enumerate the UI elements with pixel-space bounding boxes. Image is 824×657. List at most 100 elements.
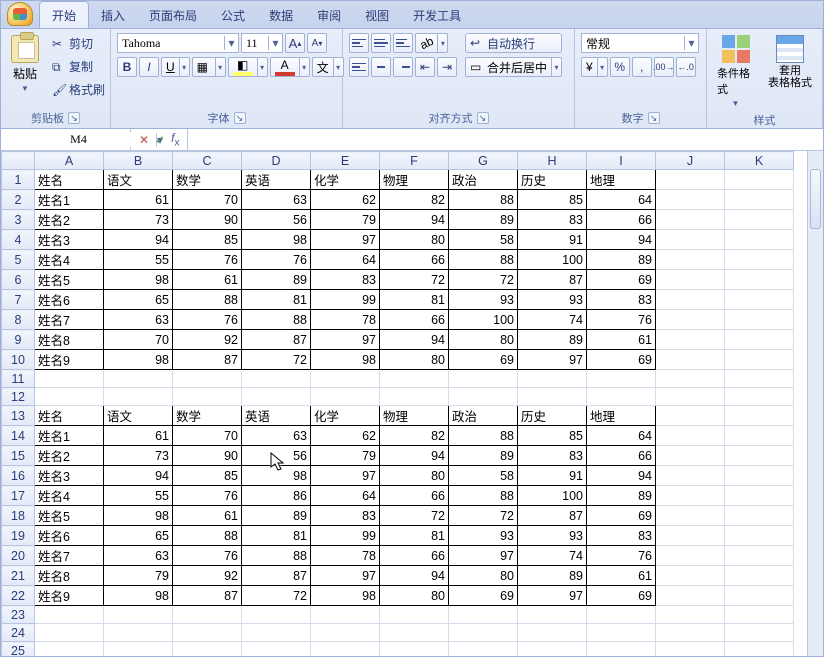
cell[interactable]: 89	[587, 486, 656, 506]
cell[interactable]: 地理	[587, 406, 656, 426]
cell[interactable]	[380, 624, 449, 642]
cell[interactable]	[242, 388, 311, 406]
cell[interactable]	[656, 642, 725, 657]
cell[interactable]	[380, 388, 449, 406]
cell[interactable]: 58	[449, 466, 518, 486]
cell[interactable]: 98	[104, 506, 173, 526]
cell[interactable]: 80	[380, 230, 449, 250]
cell[interactable]: 88	[449, 190, 518, 210]
tab-start[interactable]: 开始	[39, 1, 89, 28]
cell[interactable]: 69	[587, 350, 656, 370]
row-header[interactable]: 9	[2, 330, 35, 350]
tab-formula[interactable]: 公式	[209, 2, 257, 28]
cell[interactable]: 87	[173, 350, 242, 370]
cell[interactable]: 66	[380, 486, 449, 506]
cell[interactable]: 98	[242, 466, 311, 486]
cell[interactable]: 56	[242, 446, 311, 466]
cell[interactable]: 82	[380, 426, 449, 446]
cell[interactable]: 姓名2	[35, 210, 104, 230]
cell[interactable]: 61	[173, 506, 242, 526]
cell[interactable]: 姓名3	[35, 230, 104, 250]
cell[interactable]: 历史	[518, 170, 587, 190]
cell[interactable]	[35, 624, 104, 642]
cell[interactable]: 100	[449, 310, 518, 330]
wrap-text-button[interactable]: ↩ 自动换行	[465, 33, 562, 53]
cell[interactable]: 化学	[311, 406, 380, 426]
bold-button[interactable]: B	[117, 57, 137, 77]
cell[interactable]: 90	[173, 446, 242, 466]
cell[interactable]	[656, 406, 725, 426]
tab-view[interactable]: 视图	[353, 2, 401, 28]
cell[interactable]: 姓名	[35, 170, 104, 190]
percent-button[interactable]: %	[610, 57, 630, 77]
cell[interactable]: 83	[518, 446, 587, 466]
cell[interactable]	[656, 586, 725, 606]
cell[interactable]	[518, 388, 587, 406]
row-header[interactable]: 8	[2, 310, 35, 330]
cell[interactable]: 97	[311, 466, 380, 486]
cell[interactable]: 94	[104, 230, 173, 250]
cell[interactable]: 89	[518, 330, 587, 350]
align-launcher[interactable]: ↘	[477, 112, 489, 124]
cell[interactable]: 姓名2	[35, 446, 104, 466]
spreadsheet-grid[interactable]: ABCDEFGHIJK1姓名语文数学英语化学物理政治历史地理2姓名1617063…	[1, 151, 794, 656]
cell[interactable]: 87	[518, 506, 587, 526]
cell[interactable]: 83	[587, 290, 656, 310]
tab-layout[interactable]: 页面布局	[137, 2, 209, 28]
cell[interactable]: 98	[104, 270, 173, 290]
cell[interactable]: 76	[242, 250, 311, 270]
row-header[interactable]: 11	[2, 370, 35, 388]
cell[interactable]	[518, 370, 587, 388]
orientation-button[interactable]: ab▾	[415, 33, 448, 53]
cell[interactable]	[656, 370, 725, 388]
row-header[interactable]: 15	[2, 446, 35, 466]
cell[interactable]: 63	[242, 426, 311, 446]
cell[interactable]: 64	[311, 250, 380, 270]
cell[interactable]	[725, 606, 794, 624]
formula-input[interactable]	[188, 129, 823, 150]
cell[interactable]: 姓名	[35, 406, 104, 426]
cell[interactable]: 70	[173, 426, 242, 446]
cell[interactable]	[173, 606, 242, 624]
cell[interactable]	[35, 370, 104, 388]
cell[interactable]: 61	[173, 270, 242, 290]
column-header[interactable]: A	[35, 152, 104, 170]
italic-button[interactable]: I	[139, 57, 159, 77]
cell[interactable]: 66	[380, 546, 449, 566]
row-header[interactable]: 19	[2, 526, 35, 546]
merge-center-button[interactable]: ▭合并后居中 ▾	[465, 57, 562, 77]
cell[interactable]: 94	[380, 446, 449, 466]
column-header[interactable]: H	[518, 152, 587, 170]
cell[interactable]	[311, 388, 380, 406]
cell[interactable]: 化学	[311, 170, 380, 190]
cell[interactable]: 76	[173, 310, 242, 330]
cell[interactable]	[725, 426, 794, 446]
cell[interactable]: 98	[242, 230, 311, 250]
cell[interactable]: 93	[518, 290, 587, 310]
cell[interactable]	[656, 486, 725, 506]
row-header[interactable]: 13	[2, 406, 35, 426]
cell[interactable]: 姓名3	[35, 466, 104, 486]
cell[interactable]	[656, 526, 725, 546]
cell[interactable]: 73	[104, 446, 173, 466]
cell[interactable]: 64	[587, 426, 656, 446]
number-format-combo[interactable]: 常规 ▾	[581, 33, 699, 53]
cell[interactable]: 80	[380, 466, 449, 486]
cell[interactable]: 物理	[380, 406, 449, 426]
cell[interactable]: 79	[311, 446, 380, 466]
cell[interactable]: 72	[449, 506, 518, 526]
row-header[interactable]: 23	[2, 606, 35, 624]
cell[interactable]: 89	[449, 446, 518, 466]
cell[interactable]: 88	[173, 526, 242, 546]
cell[interactable]: 76	[173, 546, 242, 566]
cell[interactable]	[656, 250, 725, 270]
cell[interactable]	[725, 250, 794, 270]
cell[interactable]	[725, 350, 794, 370]
cell[interactable]: 76	[173, 486, 242, 506]
align-middle-button[interactable]	[371, 33, 391, 53]
cell[interactable]: 88	[242, 310, 311, 330]
cell[interactable]: 100	[518, 486, 587, 506]
cell[interactable]: 94	[587, 466, 656, 486]
cell[interactable]	[35, 388, 104, 406]
cell[interactable]: 93	[518, 526, 587, 546]
